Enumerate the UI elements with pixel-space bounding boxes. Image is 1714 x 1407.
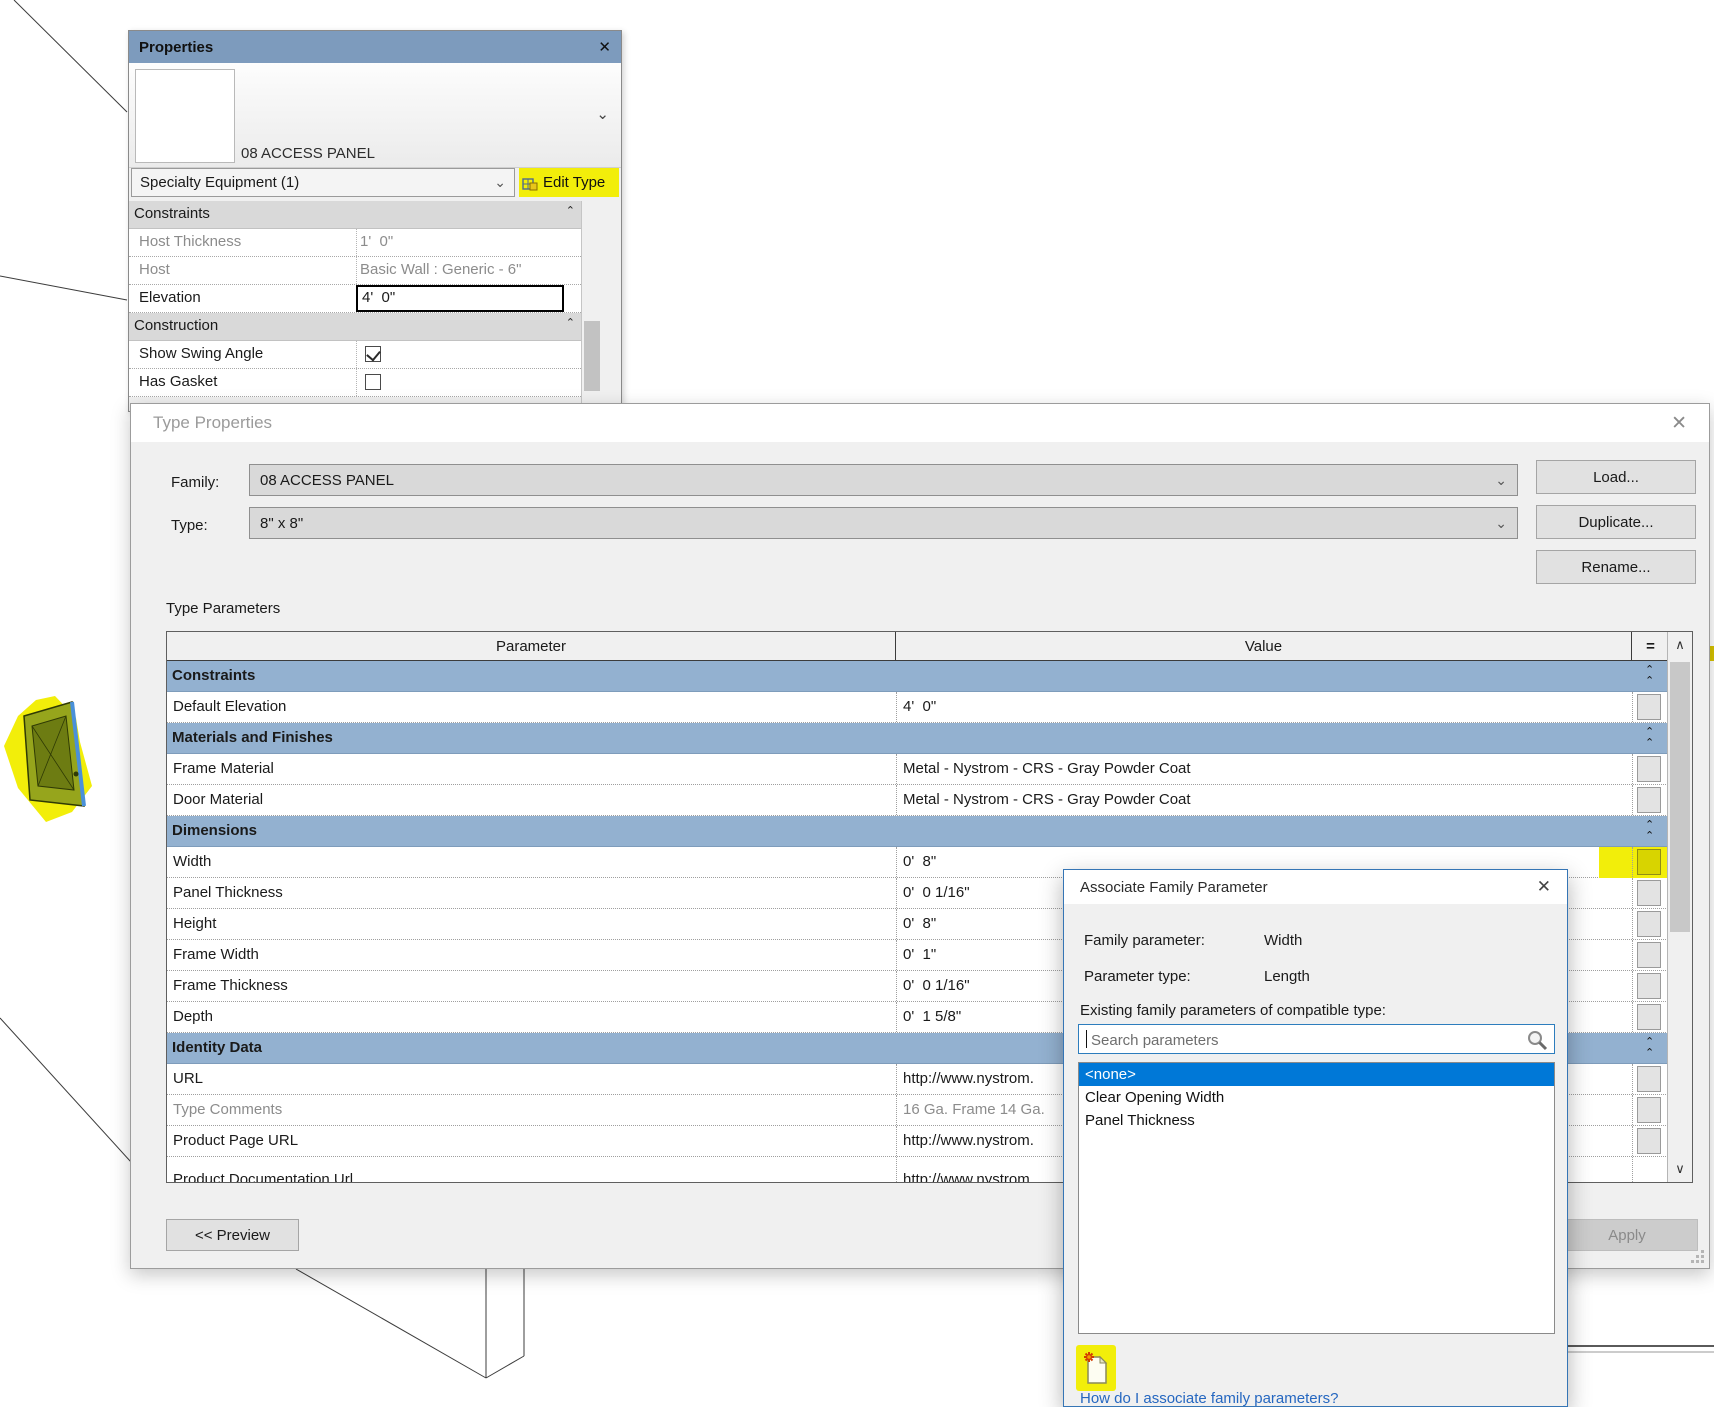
associate-titlebar[interactable]: Associate Family Parameter ✕: [1064, 870, 1567, 904]
preview-button[interactable]: << Preview: [166, 1219, 299, 1251]
collapse-icon[interactable]: ⌃ ⌃: [1645, 665, 1654, 687]
properties-scrollbar[interactable]: [581, 201, 602, 410]
type-thumbnail: [135, 69, 235, 163]
dialog-title: Associate Family Parameter: [1080, 878, 1268, 896]
chevron-down-icon: ⌄: [1495, 471, 1507, 488]
scrollbar-thumb[interactable]: [1670, 662, 1690, 932]
properties-grid: Constraints ⌃ Host Thickness 1' 0" Host …: [129, 201, 581, 397]
type-value: 8" x 8": [260, 514, 304, 532]
existing-parameters-label: Existing family parameters of compatible…: [1080, 1002, 1386, 1019]
associate-family-parameter-dialog: Associate Family Parameter ✕ Family para…: [1063, 869, 1568, 1407]
family-parameter-value: Width: [1264, 932, 1303, 949]
table-header: Parameter Value =: [167, 632, 1692, 661]
table-row[interactable]: Default Elevation 4' 0": [167, 692, 1692, 723]
scroll-down-icon[interactable]: ∨: [1668, 1156, 1692, 1182]
dialog-title: Type Properties: [153, 413, 273, 432]
category-filter-combobox[interactable]: Specialty Equipment (1) ⌄: [131, 168, 515, 197]
load-button[interactable]: Load...: [1536, 460, 1696, 494]
close-icon[interactable]: ✕: [1537, 877, 1551, 897]
property-row-host[interactable]: Host Basic Wall : Generic - 6": [129, 257, 581, 285]
associate-parameter-button[interactable]: [1637, 973, 1661, 999]
column-header-associate[interactable]: =: [1632, 632, 1670, 660]
table-section-row[interactable]: Constraints ⌃ ⌃: [167, 661, 1692, 692]
type-combobox[interactable]: 8" x 8" ⌄: [249, 507, 1518, 539]
associate-parameter-button[interactable]: [1637, 942, 1661, 968]
property-row-show-swing-angle[interactable]: Show Swing Angle: [129, 341, 581, 369]
associate-parameter-button[interactable]: [1637, 1066, 1661, 1092]
collapse-icon[interactable]: ⌃ ⌃: [1645, 727, 1654, 749]
scroll-up-icon[interactable]: ∧: [1668, 632, 1692, 658]
scrollbar-thumb[interactable]: [584, 321, 600, 391]
type-label: Type:: [171, 517, 208, 534]
family-parameter-label: Family parameter:: [1084, 932, 1205, 949]
parameter-type-label: Parameter type:: [1084, 968, 1191, 985]
list-item-none[interactable]: <none>: [1079, 1063, 1554, 1086]
show-swing-angle-checkbox[interactable]: [365, 346, 381, 362]
associate-parameter-button[interactable]: [1637, 1097, 1661, 1123]
elevation-input[interactable]: 4' 0": [356, 285, 564, 312]
new-parameter-button-highlighted[interactable]: [1076, 1345, 1116, 1391]
close-icon[interactable]: ✕: [598, 38, 611, 56]
type-parameters-label: Type Parameters: [166, 600, 281, 617]
text-cursor: [1086, 1030, 1087, 1048]
collapse-icon[interactable]: ⌃: [566, 316, 575, 329]
column-header-value[interactable]: Value: [896, 632, 1632, 660]
list-item-panel-thickness[interactable]: Panel Thickness: [1079, 1109, 1554, 1132]
table-row[interactable]: Frame Material Metal - Nystrom - CRS - G…: [167, 754, 1692, 785]
new-parameter-icon: [1084, 1352, 1108, 1384]
close-icon[interactable]: ✕: [1671, 412, 1687, 435]
collapse-icon[interactable]: ⌃ ⌃: [1645, 1037, 1654, 1059]
rename-button[interactable]: Rename...: [1536, 550, 1696, 584]
edit-type-button[interactable]: Edit Type: [519, 168, 619, 197]
column-header-parameter[interactable]: Parameter: [167, 632, 896, 660]
associate-parameter-button[interactable]: [1637, 911, 1661, 937]
duplicate-button[interactable]: Duplicate...: [1536, 505, 1696, 539]
associate-parameter-button[interactable]: [1637, 756, 1661, 782]
associate-parameter-button-highlighted[interactable]: [1637, 849, 1661, 875]
search-icon[interactable]: [1526, 1029, 1548, 1051]
parameter-type-value: Length: [1264, 968, 1310, 985]
associate-parameter-button[interactable]: [1637, 1128, 1661, 1154]
properties-titlebar[interactable]: Properties ✕: [129, 31, 621, 63]
category-filter-value: Specialty Equipment (1): [140, 174, 300, 191]
properties-title: Properties: [139, 38, 214, 56]
properties-section-row[interactable]: Construction ⌃: [129, 313, 581, 341]
apply-button[interactable]: Apply: [1556, 1219, 1698, 1251]
revit-screen: { "icons": { "close": "✕", "chevron": "⌄…: [0, 0, 1714, 1407]
associate-parameter-button[interactable]: [1637, 694, 1661, 720]
associate-parameter-button[interactable]: [1637, 1004, 1661, 1030]
access-panel-3d-highlighted[interactable]: [0, 690, 110, 840]
properties-palette: Properties ✕ 08 ACCESS PANEL 8" x 8" ⌄ S…: [128, 30, 622, 412]
chevron-down-icon: ⌄: [1495, 514, 1507, 531]
associate-parameter-button[interactable]: [1637, 787, 1661, 813]
list-item-clear-opening-width[interactable]: Clear Opening Width: [1079, 1086, 1554, 1109]
table-section-row[interactable]: Dimensions ⌃ ⌃: [167, 816, 1692, 847]
type-selector-dropdown-icon[interactable]: ⌄: [596, 105, 609, 123]
table-section-row[interactable]: Materials and Finishes ⌃ ⌃: [167, 723, 1692, 754]
property-row-host-thickness[interactable]: Host Thickness 1' 0": [129, 229, 581, 257]
family-label: Family:: [171, 474, 220, 491]
has-gasket-checkbox[interactable]: [365, 374, 381, 390]
family-value: 08 ACCESS PANEL: [260, 471, 394, 489]
search-input[interactable]: [1089, 1028, 1513, 1052]
properties-section-row[interactable]: Constraints ⌃: [129, 201, 581, 229]
chevron-down-icon: ⌄: [494, 174, 506, 190]
collapse-icon[interactable]: ⌃: [566, 204, 575, 217]
edit-type-icon: [522, 177, 538, 190]
associate-parameter-button[interactable]: [1637, 880, 1661, 906]
parameter-list[interactable]: <none> Clear Opening Width Panel Thickne…: [1078, 1062, 1555, 1334]
type-properties-titlebar[interactable]: Type Properties ✕: [131, 404, 1709, 442]
table-row[interactable]: Door Material Metal - Nystrom - CRS - Gr…: [167, 785, 1692, 816]
type-preview-area[interactable]: 08 ACCESS PANEL 8" x 8" ⌄: [129, 63, 621, 240]
help-link[interactable]: How do I associate family parameters?: [1080, 1390, 1338, 1407]
type-family-name: 08 ACCESS PANEL: [241, 145, 375, 162]
edit-type-label: Edit Type: [543, 174, 606, 191]
resize-grip[interactable]: [1691, 1250, 1704, 1263]
property-row-has-gasket[interactable]: Has Gasket: [129, 369, 581, 397]
family-combobox[interactable]: 08 ACCESS PANEL ⌄: [249, 464, 1518, 496]
collapse-icon[interactable]: ⌃ ⌃: [1645, 820, 1654, 842]
property-row-elevation[interactable]: Elevation 4' 0": [129, 285, 581, 313]
search-parameters-box[interactable]: [1078, 1024, 1555, 1054]
table-scrollbar[interactable]: ∧ ∨: [1667, 632, 1692, 1182]
